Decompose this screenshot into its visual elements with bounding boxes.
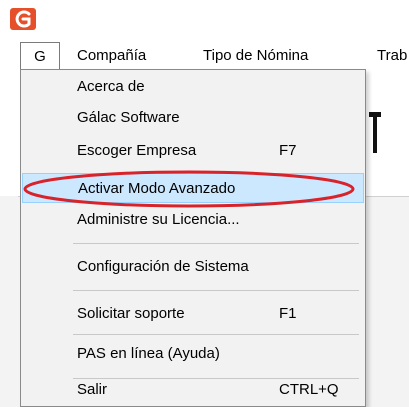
menu-item-shortcut: F7: [279, 142, 297, 159]
menu-item-shortcut: F1: [279, 305, 297, 322]
menu-separator: [73, 290, 359, 291]
menu-separator: [73, 334, 359, 335]
left-panel: [0, 196, 18, 407]
menu-g[interactable]: G: [20, 42, 60, 70]
menu-item-label: PAS en línea (Ayuda): [77, 345, 220, 362]
menu-item-configuracion-de-sistema[interactable]: Configuración de Sistema: [22, 252, 364, 282]
menu-trab[interactable]: Trab: [377, 42, 407, 70]
menu-item-shortcut: CTRL+Q: [279, 381, 339, 398]
menu-item-escoger-empresa[interactable]: Escoger Empresa F7: [22, 136, 364, 166]
partial-text-glyph: [369, 112, 381, 153]
menu-compania[interactable]: Compañía: [77, 42, 146, 70]
menu-item-label: Salir: [77, 381, 108, 398]
title-bar: [0, 0, 409, 42]
menu-item-label: Administre su Licencia...: [77, 211, 240, 228]
menu-item-label: Escoger Empresa: [77, 142, 197, 159]
menu-item-salir[interactable]: Salir CTRL+Q: [22, 375, 364, 405]
menu-item-galac-software[interactable]: Gálac Software: [22, 103, 364, 133]
menu-item-label: Activar Modo Avanzado: [78, 180, 236, 197]
galac-logo-icon: [10, 8, 36, 30]
menu-item-pas-en-linea[interactable]: PAS en línea (Ayuda): [22, 339, 364, 369]
menu-item-label: Configuración de Sistema: [77, 258, 249, 275]
menu-tipo-de-nomina[interactable]: Tipo de Nómina: [203, 42, 308, 70]
menu-item-label: Gálac Software: [77, 109, 180, 126]
menu-item-label: Acerca de: [77, 78, 145, 95]
menu-item-activar-modo-avanzado[interactable]: Activar Modo Avanzado: [22, 173, 364, 203]
menu-separator: [73, 243, 359, 244]
menu-item-label: Solicitar soporte: [77, 305, 185, 322]
menu-bar: G Compañía Tipo de Nómina Trab: [0, 42, 409, 71]
g-menu-dropdown: Acerca de Gálac Software Escoger Empresa…: [20, 69, 366, 407]
menu-item-acerca-de[interactable]: Acerca de: [22, 72, 364, 102]
menu-item-solicitar-soporte[interactable]: Solicitar soporte F1: [22, 299, 364, 329]
menu-item-administre-su-licencia[interactable]: Administre su Licencia...: [22, 205, 364, 235]
